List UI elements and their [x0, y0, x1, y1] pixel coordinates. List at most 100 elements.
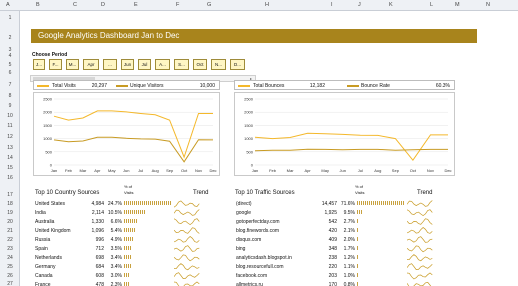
row-header[interactable]: 20 [0, 219, 20, 225]
right_table-trend-cell[interactable] [406, 271, 436, 280]
right_table-pct-cell[interactable]: 1.7% [338, 244, 356, 253]
left_table-trend-cell[interactable] [173, 226, 203, 235]
column-header-d[interactable]: D [101, 2, 105, 8]
right_table-visits-cell[interactable]: 238 [313, 253, 338, 262]
column-header-i[interactable]: I [331, 2, 333, 8]
right_table-trend-cell[interactable] [406, 217, 436, 226]
right_table-bar-cell[interactable] [356, 235, 406, 244]
right_table-visits-cell[interactable]: 409 [313, 235, 338, 244]
right_table-trend-cell[interactable] [406, 262, 436, 271]
left_table-name-cell[interactable]: United States [34, 199, 80, 208]
column-header-h[interactable]: H [265, 2, 269, 8]
row-header[interactable]: 26 [0, 273, 20, 279]
right_table-pct-cell[interactable]: 2.7% [338, 217, 356, 226]
right_table-visits-cell[interactable]: 203 [313, 271, 338, 280]
row-header[interactable]: 9 [0, 103, 20, 109]
left_table-bar-cell[interactable] [123, 226, 173, 235]
left_table-visits-cell[interactable]: 698 [80, 253, 105, 262]
left_table-pct-cell[interactable]: 24.7% [105, 199, 123, 208]
row-header[interactable]: 17 [0, 192, 20, 198]
row-header[interactable]: 2 [0, 35, 20, 41]
left_table-bar-cell[interactable] [123, 280, 173, 286]
right_table-bar-cell[interactable] [356, 253, 406, 262]
month-button-apr[interactable]: Apr [83, 59, 99, 70]
right_table-bar-cell[interactable] [356, 226, 406, 235]
right_table-pct-cell[interactable]: 1.1% [338, 262, 356, 271]
column-header-n[interactable]: N [486, 2, 490, 8]
left_table-name-cell[interactable]: France [34, 280, 80, 286]
left_table-pct-cell[interactable]: 2.3% [105, 280, 123, 286]
right_table-visits-cell[interactable]: 220 [313, 262, 338, 271]
month-button-mar[interactable]: M... [66, 59, 79, 70]
left_table-pct-cell[interactable]: 10.5% [105, 208, 123, 217]
right_table-name-cell[interactable]: bing [235, 244, 313, 253]
row-header[interactable]: 19 [0, 210, 20, 216]
column-header-a[interactable]: A [6, 2, 10, 8]
column-header-j[interactable]: J [358, 2, 361, 8]
row-header[interactable]: 4 [0, 53, 20, 59]
right_table-bar-cell[interactable] [356, 280, 406, 286]
left_table-name-cell[interactable]: Canada [34, 271, 80, 280]
column-header-c[interactable]: C [73, 2, 77, 8]
right_table-visits-cell[interactable]: 1,925 [313, 208, 338, 217]
right_table-name-cell[interactable]: (direct) [235, 199, 313, 208]
row-header[interactable]: 8 [0, 93, 20, 99]
right_table-pct-cell[interactable]: 1.0% [338, 271, 356, 280]
left_table-bar-cell[interactable] [123, 217, 173, 226]
column-header-m[interactable]: M [455, 2, 460, 8]
row-header[interactable]: 27 [0, 281, 20, 286]
row-header[interactable]: 15 [0, 165, 20, 171]
left_table-name-cell[interactable]: United Kingdom [34, 226, 80, 235]
month-button-oct[interactable]: Oct [193, 59, 207, 70]
left_table-bar-cell[interactable] [123, 208, 173, 217]
right_table-name-cell[interactable]: blog.resourcefull.com [235, 262, 313, 271]
right_table-pct-cell[interactable]: 9.5% [338, 208, 356, 217]
row-header[interactable]: 22 [0, 237, 20, 243]
month-button-nov[interactable]: N... [211, 59, 226, 70]
row-header[interactable]: 1 [0, 15, 20, 21]
left_table-name-cell[interactable]: Russia [34, 235, 80, 244]
right_table-visits-cell[interactable]: 542 [313, 217, 338, 226]
column-header-k[interactable]: K [389, 2, 393, 8]
column-header-e[interactable]: E [134, 2, 138, 8]
right_table-name-cell[interactable]: gotoperfectday.com [235, 217, 313, 226]
right_table-trend-cell[interactable] [406, 253, 436, 262]
right_table-name-cell[interactable]: analyticsdash.blogspot.in [235, 253, 313, 262]
left_table-pct-cell[interactable]: 5.4% [105, 226, 123, 235]
right_table-pct-cell[interactable]: 2.0% [338, 235, 356, 244]
left_table-bar-cell[interactable] [123, 253, 173, 262]
left_table-pct-cell[interactable]: 3.5% [105, 244, 123, 253]
left_table-name-cell[interactable]: Spain [34, 244, 80, 253]
left_table-name-cell[interactable]: Netherlands [34, 253, 80, 262]
row-header[interactable]: 21 [0, 228, 20, 234]
month-button-jun[interactable]: Jun [121, 59, 134, 70]
left_table-pct-cell[interactable]: 3.4% [105, 253, 123, 262]
right_table-bar-cell[interactable] [356, 199, 406, 208]
right_table-visits-cell[interactable]: 348 [313, 244, 338, 253]
month-button-sep[interactable]: S... [174, 59, 189, 70]
right_table-pct-cell[interactable]: 1.2% [338, 253, 356, 262]
left_table-trend-cell[interactable] [173, 244, 203, 253]
left_table-trend-cell[interactable] [173, 235, 203, 244]
row-header[interactable]: 13 [0, 145, 20, 151]
month-button-jan[interactable]: J... [33, 59, 45, 70]
right_table-trend-cell[interactable] [406, 208, 436, 217]
right_table-visits-cell[interactable]: 170 [313, 280, 338, 286]
row-header[interactable]: 18 [0, 201, 20, 207]
left_table-bar-cell[interactable] [123, 262, 173, 271]
left_table-visits-cell[interactable]: 608 [80, 271, 105, 280]
left_table-trend-cell[interactable] [173, 208, 203, 217]
row-header[interactable]: 6 [0, 70, 20, 76]
right_table-trend-cell[interactable] [406, 235, 436, 244]
right_table-pct-cell[interactable]: 0.8% [338, 280, 356, 286]
right_table-trend-cell[interactable] [406, 226, 436, 235]
month-button-may[interactable]: ... [103, 59, 117, 70]
right_table-visits-cell[interactable]: 14,457 [313, 199, 338, 208]
month-button-dec[interactable]: D... [230, 59, 245, 70]
row-header[interactable]: 23 [0, 246, 20, 252]
month-button-jul[interactable]: Jul [138, 59, 151, 70]
row-header[interactable]: 16 [0, 175, 20, 181]
row-header[interactable]: 10 [0, 113, 20, 119]
left_table-pct-cell[interactable]: 3.4% [105, 262, 123, 271]
row-header[interactable]: 7 [0, 82, 20, 88]
